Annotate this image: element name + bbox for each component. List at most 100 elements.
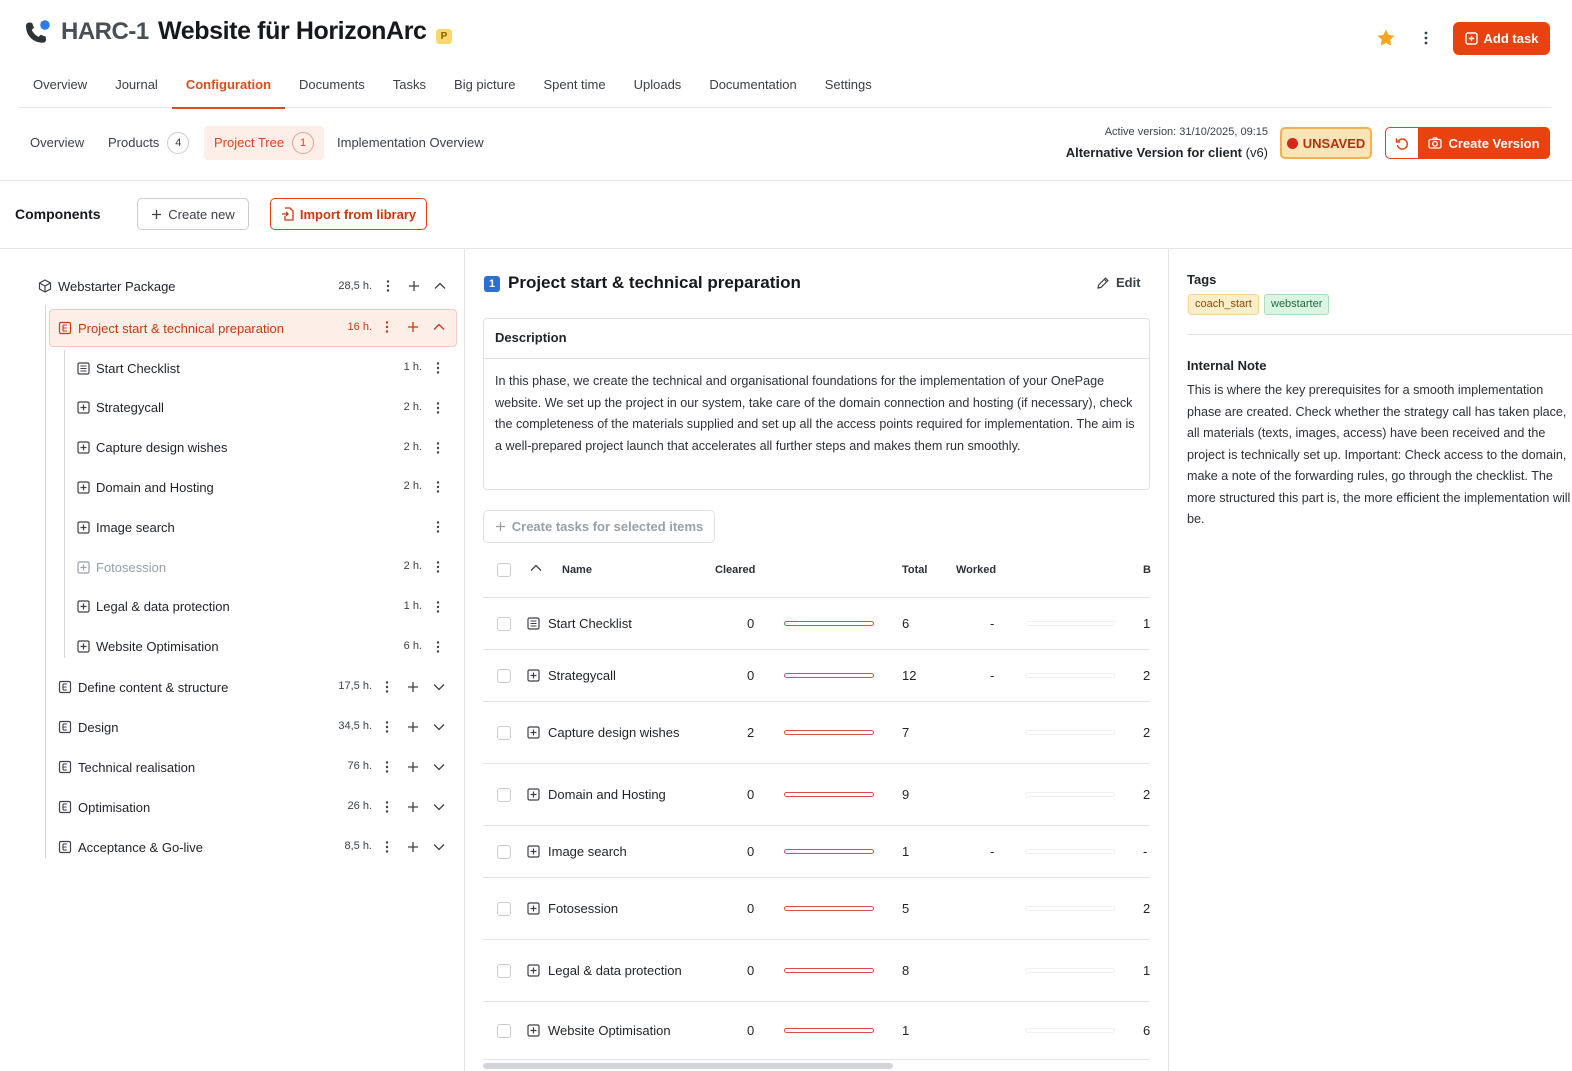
row-checkbox[interactable] (497, 964, 511, 978)
tab-journal[interactable]: Journal (101, 70, 172, 108)
subtab-label: Project Tree (214, 135, 285, 150)
tree-item[interactable]: Website Optimisation (77, 628, 377, 666)
table-row[interactable]: Fotosession 0 5 2 (483, 878, 1150, 940)
tree-item[interactable]: Capture design wishes (77, 429, 377, 467)
tree-item[interactable]: Image search (77, 508, 377, 546)
tab-configuration[interactable]: Configuration (171, 70, 286, 109)
row-checkbox[interactable] (497, 726, 511, 740)
edit-button[interactable]: Edit (1096, 275, 1141, 290)
table-row[interactable]: Capture design wishes 2 7 2 (483, 702, 1150, 764)
tab-settings[interactable]: Settings (811, 70, 886, 108)
chevron-down-icon[interactable] (433, 762, 445, 772)
tab-big-picture[interactable]: Big picture (440, 70, 529, 108)
tree-item[interactable]: Legal & data protection (77, 588, 377, 626)
horizontal-scrollbar[interactable] (483, 1063, 893, 1069)
row-checkbox[interactable] (497, 902, 511, 916)
tree-section[interactable]: Technical realisation (58, 748, 328, 786)
add-child-icon[interactable] (407, 321, 419, 333)
select-all-checkbox[interactable] (497, 563, 511, 577)
table-row[interactable]: Domain and Hosting 0 9 2 (483, 764, 1150, 826)
chevron-down-icon[interactable] (433, 802, 445, 812)
more-options-icon[interactable] (381, 720, 393, 734)
more-options-icon[interactable] (381, 320, 393, 334)
more-options-icon[interactable] (381, 680, 393, 694)
subtab-products[interactable]: Products 4 (98, 126, 199, 160)
more-options-icon[interactable] (432, 401, 444, 415)
cleared-progress-bar (784, 673, 874, 678)
alt-version-tag: (v6) (1245, 145, 1268, 160)
more-options-icon[interactable] (1418, 28, 1434, 48)
create-tasks-button[interactable]: Create tasks for selected items (483, 510, 715, 543)
tab-spent-time[interactable]: Spent time (529, 70, 619, 108)
chevron-up-icon[interactable] (433, 322, 445, 332)
tree-section[interactable]: Acceptance & Go-live (58, 828, 328, 866)
subtab-implementation-overview[interactable]: Implementation Overview (327, 126, 494, 160)
more-options-icon[interactable] (432, 480, 444, 494)
more-options-icon[interactable] (432, 441, 444, 455)
chevron-down-icon[interactable] (433, 722, 445, 732)
more-options-icon[interactable] (432, 520, 444, 534)
table-row[interactable]: Image search 0 1 - - (483, 826, 1150, 878)
import-from-library-button[interactable]: Import from library (270, 198, 427, 230)
tree-section[interactable]: Optimisation (58, 788, 328, 826)
column-header-total[interactable]: Total (902, 564, 927, 576)
favorite-star-icon[interactable] (1376, 28, 1396, 48)
table-row[interactable]: Website Optimisation 0 1 6 (483, 1002, 1150, 1060)
sort-chevron-up-icon[interactable] (530, 563, 542, 573)
more-options-icon[interactable] (432, 560, 444, 574)
priority-badge: P (436, 29, 452, 44)
more-options-icon[interactable] (381, 760, 393, 774)
add-child-icon[interactable] (408, 280, 420, 292)
row-checkbox[interactable] (497, 669, 511, 683)
tree-item[interactable]: Strategycall (77, 389, 377, 427)
chevron-down-icon[interactable] (433, 682, 445, 692)
more-options-icon[interactable] (381, 840, 393, 854)
tab-tasks[interactable]: Tasks (379, 70, 440, 108)
tree-root[interactable]: Webstarter Package (38, 267, 458, 305)
tree-section[interactable]: Define content & structure (58, 668, 328, 706)
tab-documentation[interactable]: Documentation (695, 70, 810, 108)
table-row[interactable]: Legal & data protection 0 8 1 (483, 940, 1150, 1002)
tab-documents[interactable]: Documents (285, 70, 379, 108)
more-options-icon[interactable] (381, 800, 393, 814)
tree-item[interactable]: Start Checklist (77, 349, 377, 387)
add-child-icon[interactable] (407, 801, 419, 813)
row-checkbox[interactable] (497, 1024, 511, 1038)
worked-progress-bar (1025, 1028, 1115, 1033)
tab-uploads[interactable]: Uploads (620, 70, 696, 108)
add-child-icon[interactable] (407, 721, 419, 733)
row-checkbox[interactable] (497, 617, 511, 631)
chevron-down-icon[interactable] (433, 842, 445, 852)
add-child-icon[interactable] (407, 761, 419, 773)
tree-item[interactable]: Fotosession (77, 548, 377, 586)
more-options-icon[interactable] (432, 600, 444, 614)
row-checkbox[interactable] (497, 788, 511, 802)
tag-chip[interactable]: webstarter (1264, 294, 1330, 315)
row-checkbox[interactable] (497, 845, 511, 859)
subtab-project-tree[interactable]: Project Tree 1 (204, 126, 325, 160)
add-task-button[interactable]: Add task (1453, 22, 1550, 55)
more-options-icon[interactable] (432, 361, 444, 375)
plus-box-icon (77, 521, 90, 534)
revert-button[interactable] (1385, 127, 1419, 159)
create-version-button[interactable]: Create Version (1418, 127, 1550, 159)
tree-section[interactable]: Design (58, 708, 328, 746)
column-header-worked[interactable]: Worked (956, 564, 996, 576)
create-new-button[interactable]: Create new (137, 198, 249, 230)
table-row[interactable]: Start Checklist 0 6 - 1 (483, 598, 1150, 650)
column-header-cleared[interactable]: Cleared (715, 564, 755, 576)
column-header-name[interactable]: Name (562, 564, 592, 576)
tree-item[interactable]: Domain and Hosting (77, 468, 377, 506)
column-header-b[interactable]: B (1143, 564, 1151, 576)
subtab-overview[interactable]: Overview (20, 126, 94, 160)
add-child-icon[interactable] (407, 681, 419, 693)
table-row[interactable]: Strategycall 0 12 - 2 (483, 650, 1150, 702)
more-options-icon[interactable] (432, 640, 444, 654)
tag-chip[interactable]: coach_start (1188, 294, 1259, 315)
more-options-icon[interactable] (382, 279, 394, 293)
add-child-icon[interactable] (407, 841, 419, 853)
tree-section-selected[interactable]: Project start & technical preparation (58, 309, 358, 347)
row-b: 1 (1143, 963, 1151, 978)
tab-overview[interactable]: Overview (19, 70, 101, 108)
chevron-up-icon[interactable] (434, 281, 446, 291)
